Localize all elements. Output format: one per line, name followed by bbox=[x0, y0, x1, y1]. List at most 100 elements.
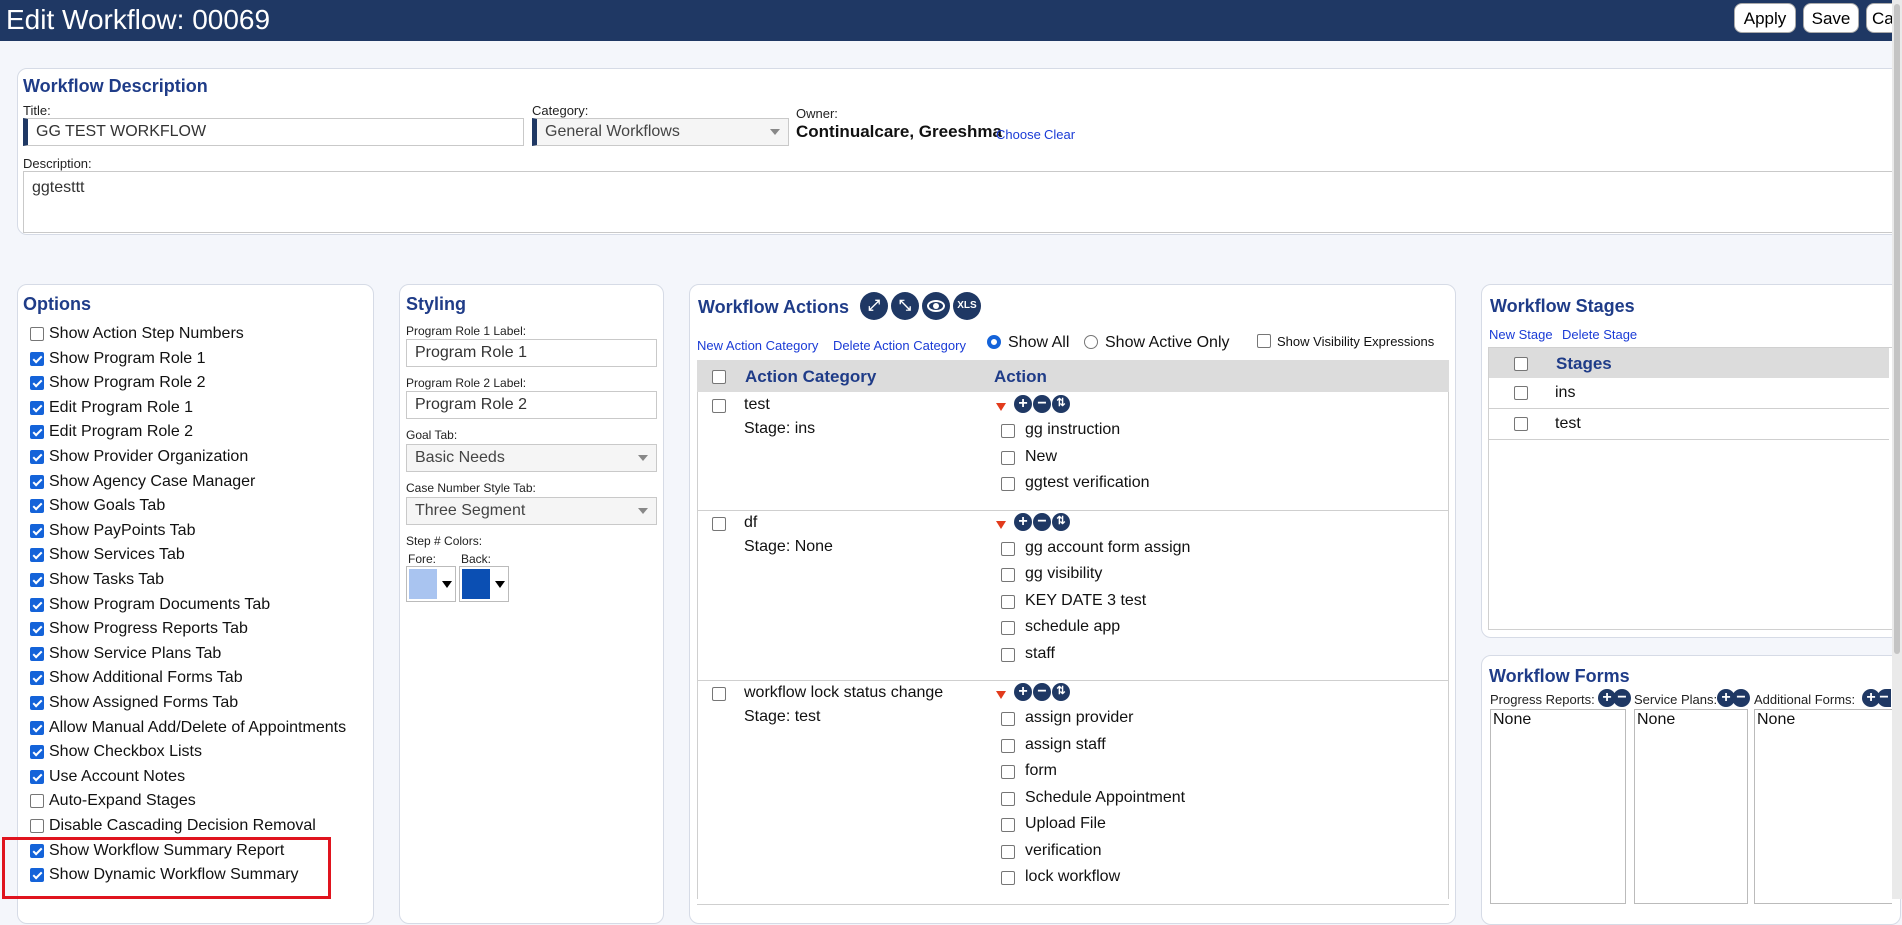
save-button[interactable]: Save bbox=[1803, 3, 1859, 33]
category-checkbox[interactable] bbox=[712, 399, 726, 413]
action-label: assign provider bbox=[1025, 709, 1134, 726]
case-number-select[interactable]: Three Segment bbox=[406, 497, 657, 525]
option-checkbox[interactable] bbox=[30, 745, 44, 760]
category-checkbox[interactable] bbox=[712, 687, 726, 701]
page-scrollbar[interactable] bbox=[1892, 0, 1902, 899]
action-checkbox[interactable] bbox=[1001, 541, 1015, 556]
collapse-all-icon[interactable]: ⤡ bbox=[891, 292, 919, 320]
delete-stage-link[interactable]: Delete Stage bbox=[1562, 327, 1637, 342]
show-active-radio[interactable] bbox=[1084, 335, 1098, 349]
apply-button[interactable]: Apply bbox=[1734, 3, 1796, 33]
category-name: workflow lock status change bbox=[744, 684, 944, 701]
collapse-caret-icon[interactable] bbox=[996, 691, 1006, 699]
back-color-picker[interactable] bbox=[459, 566, 509, 602]
option-label: Show Agency Case Manager bbox=[49, 472, 256, 490]
option-checkbox[interactable] bbox=[30, 573, 44, 587]
select-all-stages-checkbox[interactable] bbox=[1514, 357, 1528, 371]
stages-table-header bbox=[1489, 348, 1889, 378]
role2-input[interactable]: Program Role 2 bbox=[406, 391, 657, 419]
stage-label: test bbox=[1555, 414, 1581, 432]
scrollbar-thumb[interactable] bbox=[1894, 4, 1900, 654]
goal-tab-select[interactable]: Basic Needs bbox=[406, 444, 657, 472]
option-checkbox[interactable] bbox=[30, 425, 44, 440]
action-checkbox[interactable] bbox=[1001, 871, 1015, 885]
option-label: Allow Manual Add/Delete of Appointments bbox=[49, 718, 347, 736]
option-checkbox[interactable] bbox=[30, 474, 44, 489]
reorder-action-icon[interactable]: ⇅ bbox=[1052, 395, 1070, 413]
row-divider bbox=[697, 903, 1449, 905]
new-action-category-link[interactable]: New Action Category bbox=[697, 338, 818, 353]
action-checkbox[interactable] bbox=[1001, 568, 1015, 582]
action-checkbox[interactable] bbox=[1001, 712, 1015, 726]
new-stage-link[interactable]: New Stage bbox=[1489, 327, 1553, 342]
category-checkbox[interactable] bbox=[712, 516, 726, 531]
action-checkbox[interactable] bbox=[1001, 594, 1015, 609]
action-checkbox[interactable] bbox=[1001, 621, 1015, 635]
xls-export-icon[interactable]: XLS bbox=[953, 292, 981, 320]
option-checkbox[interactable] bbox=[30, 597, 44, 612]
remove-action-icon[interactable]: − bbox=[1033, 683, 1051, 701]
description-textarea[interactable]: ggtesttt bbox=[23, 171, 1902, 233]
remove-icon[interactable]: − bbox=[1877, 689, 1891, 707]
option-checkbox[interactable] bbox=[30, 769, 44, 784]
service-plans-list[interactable]: None bbox=[1634, 709, 1748, 904]
action-checkbox[interactable] bbox=[1001, 765, 1015, 779]
action-checkbox[interactable] bbox=[1001, 450, 1015, 465]
remove-icon[interactable]: − bbox=[1732, 689, 1750, 707]
option-checkbox[interactable] bbox=[30, 351, 44, 366]
role1-input[interactable]: Program Role 1 bbox=[406, 339, 657, 367]
option-checkbox[interactable] bbox=[30, 548, 44, 563]
remove-action-icon[interactable]: − bbox=[1033, 512, 1051, 531]
stage-checkbox[interactable] bbox=[1514, 416, 1528, 431]
add-action-icon[interactable]: + bbox=[1014, 512, 1032, 531]
additional-forms-list[interactable]: None bbox=[1754, 709, 1892, 904]
option-checkbox[interactable] bbox=[30, 720, 44, 735]
option-label: Show Progress Reports Tab bbox=[49, 620, 248, 638]
option-checkbox[interactable] bbox=[30, 671, 44, 686]
reorder-action-icon[interactable]: ⇅ bbox=[1052, 512, 1070, 531]
progress-reports-list[interactable]: None bbox=[1490, 709, 1626, 904]
styling-title: Styling bbox=[406, 294, 467, 314]
collapse-caret-icon[interactable] bbox=[996, 403, 1006, 411]
option-checkbox[interactable] bbox=[30, 646, 44, 661]
option-checkbox[interactable] bbox=[30, 523, 44, 538]
eye-icon[interactable] bbox=[922, 292, 950, 320]
reorder-action-icon[interactable]: ⇅ bbox=[1052, 683, 1070, 701]
show-visibility-checkbox[interactable] bbox=[1257, 334, 1271, 348]
option-checkbox[interactable] bbox=[30, 327, 44, 341]
option-checkbox[interactable] bbox=[30, 794, 44, 809]
title-input[interactable]: GG TEST WORKFLOW bbox=[23, 118, 524, 146]
action-checkbox[interactable] bbox=[1001, 818, 1015, 832]
action-checkbox[interactable] bbox=[1001, 647, 1015, 662]
add-action-icon[interactable]: + bbox=[1014, 395, 1032, 413]
owner-choose-link[interactable]: Choose bbox=[996, 127, 1041, 142]
collapse-caret-icon[interactable] bbox=[996, 520, 1006, 529]
action-checkbox[interactable] bbox=[1001, 477, 1015, 491]
action-checkbox[interactable] bbox=[1001, 844, 1015, 859]
expand-all-icon[interactable]: ⤢ bbox=[860, 292, 888, 320]
option-checkbox[interactable] bbox=[30, 499, 44, 514]
option-checkbox[interactable] bbox=[30, 696, 44, 710]
action-checkbox[interactable] bbox=[1001, 424, 1015, 438]
fore-color-picker[interactable] bbox=[406, 566, 456, 602]
service-plans-label: Service Plans: bbox=[1634, 692, 1718, 707]
category-select[interactable]: General Workflows bbox=[532, 118, 789, 146]
delete-action-category-link[interactable]: Delete Action Category bbox=[833, 338, 966, 353]
stage-checkbox[interactable] bbox=[1514, 386, 1528, 400]
remove-action-icon[interactable]: − bbox=[1033, 395, 1051, 413]
table-border bbox=[697, 392, 698, 899]
owner-clear-link[interactable]: Clear bbox=[1044, 127, 1075, 142]
option-label: Show Assigned Forms Tab bbox=[49, 694, 239, 711]
option-checkbox[interactable] bbox=[30, 376, 44, 391]
option-checkbox[interactable] bbox=[30, 622, 44, 637]
show-all-radio[interactable] bbox=[987, 335, 1001, 349]
add-action-icon[interactable]: + bbox=[1014, 683, 1032, 701]
option-checkbox[interactable] bbox=[30, 819, 44, 833]
option-checkbox[interactable] bbox=[30, 400, 44, 415]
select-all-categories-checkbox[interactable] bbox=[712, 370, 726, 384]
fore-color-swatch bbox=[409, 569, 437, 599]
action-checkbox[interactable] bbox=[1001, 738, 1015, 753]
option-checkbox[interactable] bbox=[30, 450, 44, 464]
action-checkbox[interactable] bbox=[1001, 791, 1015, 806]
remove-icon[interactable]: − bbox=[1613, 689, 1631, 707]
